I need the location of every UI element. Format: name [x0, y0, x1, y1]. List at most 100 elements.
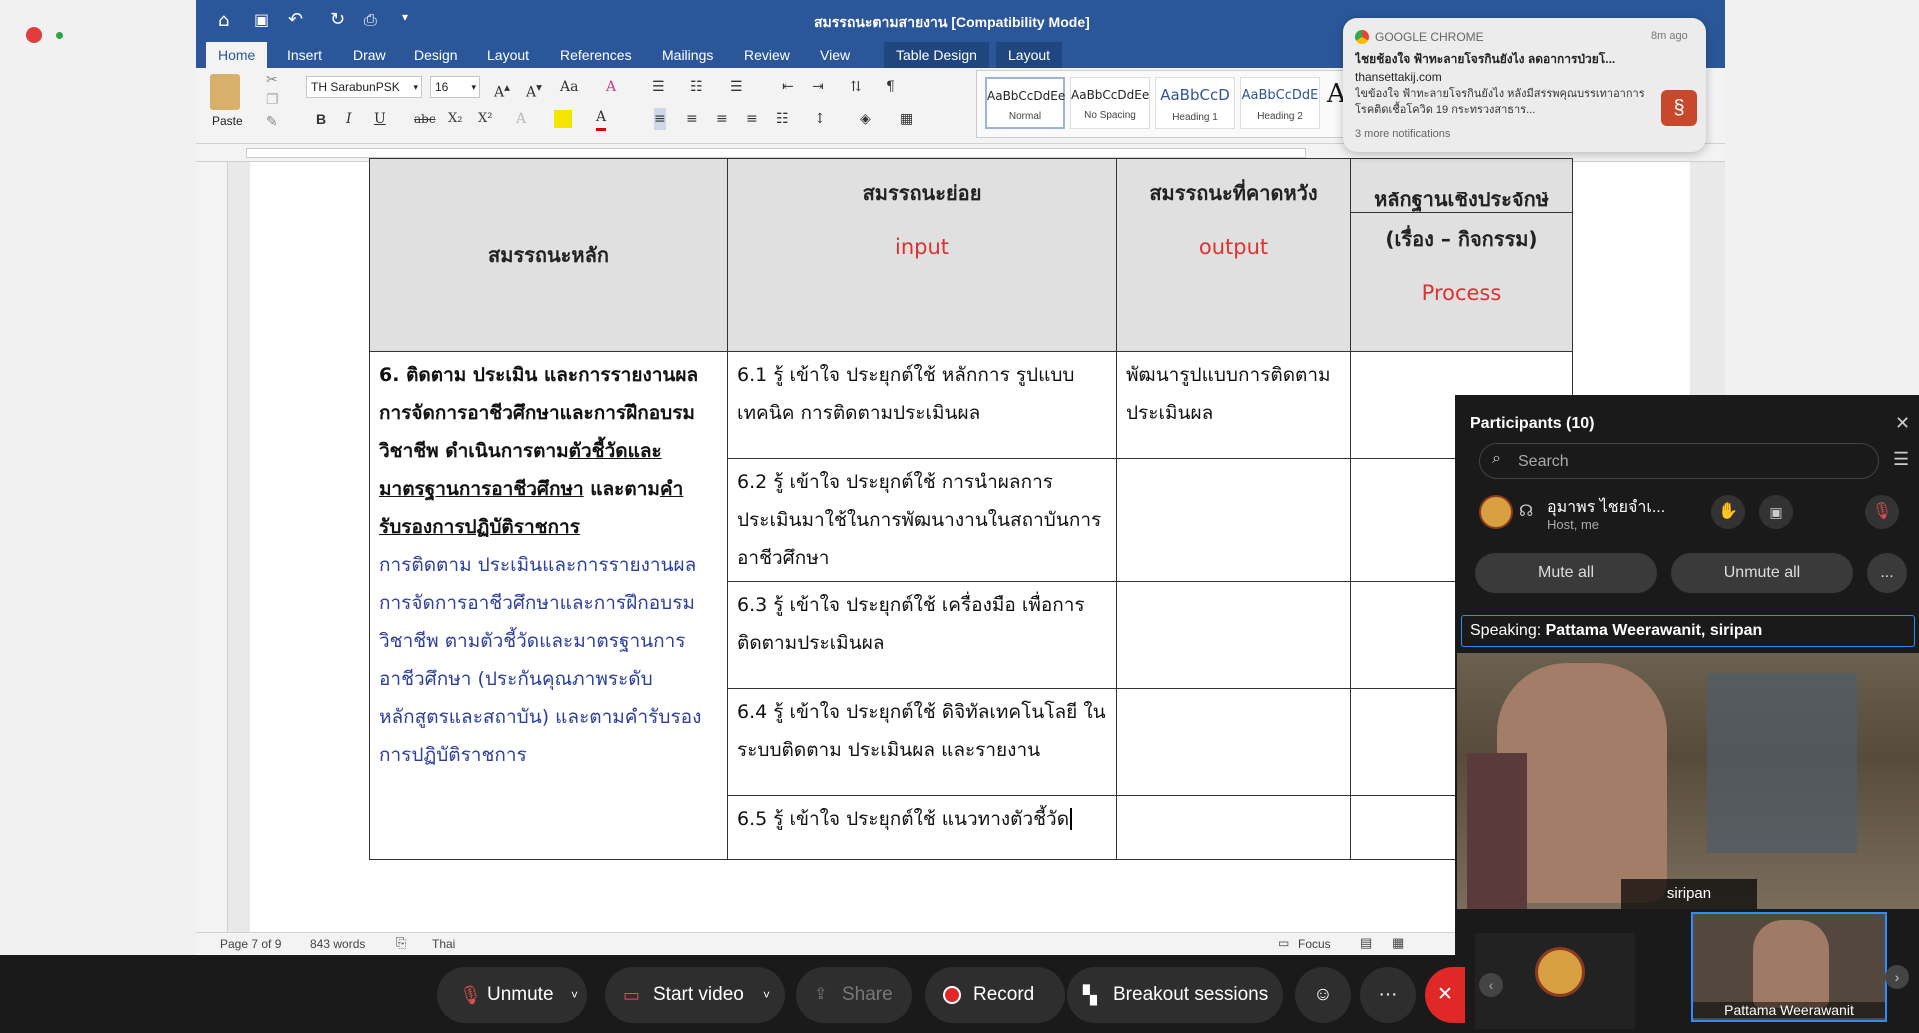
justify-icon[interactable]: ≡	[746, 108, 758, 130]
cut-icon[interactable]: ✂	[266, 72, 278, 88]
print-layout-icon[interactable]: ▤	[1360, 935, 1372, 951]
unmute-button[interactable]: 🎙 Unmute ˅	[437, 967, 587, 1023]
decrease-indent-icon[interactable]: ⇤	[782, 76, 794, 98]
word-count[interactable]: 843 words	[310, 937, 365, 951]
align-left-icon[interactable]: ≡	[654, 108, 666, 130]
style-no-spacing[interactable]: AaBbCcDdEe No Spacing	[1070, 77, 1150, 129]
end-meeting-button[interactable]: ✕	[1425, 967, 1465, 1023]
output-6-3[interactable]	[1116, 581, 1351, 689]
underline-icon[interactable]: U	[374, 108, 386, 130]
tab-mailings[interactable]: Mailings	[662, 42, 713, 68]
main-video-feed[interactable]: siripan	[1457, 653, 1919, 909]
tab-review[interactable]: Review	[744, 42, 790, 68]
superscript-icon[interactable]: X²	[478, 108, 492, 130]
share-button[interactable]: ⇪ Share	[796, 967, 912, 1023]
style-heading-1[interactable]: AaBbCcD Heading 1	[1155, 77, 1235, 129]
vertical-ruler[interactable]	[196, 162, 228, 932]
language[interactable]: Thai	[432, 937, 455, 951]
style-heading-2[interactable]: AaBbCcDdE Heading 2	[1240, 77, 1320, 129]
next-page-icon[interactable]: ›	[1885, 965, 1909, 989]
font-color-icon[interactable]: A	[596, 106, 607, 131]
proofing-icon[interactable]: ⎘	[396, 935, 406, 951]
chrome-notification[interactable]: GOOGLE CHROME 8m ago ไชยช้องใจ ฟ้าทะลายโ…	[1343, 18, 1706, 152]
shading-icon[interactable]: ◈	[860, 108, 871, 130]
sub-competency-6-3[interactable]: 6.3 รู้ เข้าใจ ประยุกต์ใช้ เครื่องมือ เพ…	[727, 581, 1117, 689]
participant-search-input[interactable]: ⌕ Search	[1479, 443, 1879, 479]
start-video-button[interactable]: ▭ Start video ˅	[605, 967, 785, 1023]
grow-font-icon[interactable]: A▴	[494, 76, 510, 104]
text-effects-icon[interactable]: A	[516, 108, 526, 130]
header-evidence[interactable]: (เรื่อง – กิจกรรม) Process	[1350, 212, 1573, 352]
align-right-icon[interactable]: ≡	[716, 108, 728, 130]
more-options-button[interactable]: ...	[1867, 553, 1907, 593]
header-expected-competency[interactable]: สมรรถนะที่คาดหวัง output	[1116, 158, 1351, 352]
bullets-icon[interactable]: ☰	[652, 76, 665, 98]
thumbnail-video[interactable]: Pattama Weerawanit	[1691, 912, 1887, 1022]
reactions-button[interactable]: ☺	[1295, 967, 1351, 1023]
shrink-font-icon[interactable]: A▾	[526, 76, 542, 104]
increase-indent-icon[interactable]: ⇥	[812, 76, 824, 98]
change-case-icon[interactable]: Aa	[560, 76, 578, 98]
more-button[interactable]: ···	[1360, 967, 1416, 1023]
thumbnail-host[interactable]: ‹	[1475, 933, 1635, 1029]
more-notifications[interactable]: 3 more notifications	[1355, 128, 1450, 140]
tab-home[interactable]: Home	[206, 42, 268, 68]
header-main-competency[interactable]: สมรรถนะหลัก	[369, 158, 728, 352]
style-normal[interactable]: AaBbCcDdEe Normal	[985, 77, 1065, 129]
participant-host-row[interactable]: ☊ อุมาพร ไชยจำเ... Host, me ✋ ▣ 🎙	[1455, 487, 1919, 533]
breakout-sessions-button[interactable]: ▚ Breakout sessions	[1067, 967, 1283, 1023]
paste-icon[interactable]	[210, 74, 240, 110]
mute-all-button[interactable]: Mute all	[1475, 553, 1657, 593]
header-sub-competency[interactable]: สมรรถนะย่อย input	[727, 158, 1117, 352]
redo-icon[interactable]: ↻	[330, 9, 345, 30]
tab-insert[interactable]: Insert	[287, 42, 322, 68]
align-center-icon[interactable]: ≡	[686, 108, 698, 130]
strikethrough-icon[interactable]: abc	[414, 108, 436, 130]
bold-icon[interactable]: B	[316, 108, 326, 130]
chevron-up-icon-video[interactable]: ˅	[763, 967, 770, 1023]
sort-list-icon[interactable]: ☰	[1893, 449, 1909, 470]
sort-icon[interactable]: ⇅	[850, 76, 862, 98]
tab-view[interactable]: View	[820, 42, 850, 68]
multilevel-list-icon[interactable]: ☰	[730, 76, 743, 98]
tab-layout[interactable]: Layout	[487, 42, 529, 68]
header-evidence-top[interactable]: หลักฐานเชิงประจักษ์	[1350, 158, 1573, 213]
font-name-select[interactable]: TH SarabunPSK ▾	[306, 76, 422, 98]
raise-hand-icon[interactable]: ✋	[1711, 495, 1745, 529]
numbering-icon[interactable]: ☷	[690, 76, 703, 98]
customize-icon[interactable]: ▾	[402, 10, 408, 24]
clear-formatting-icon[interactable]: A	[606, 76, 616, 98]
main-competency-cell[interactable]: 6. ติดตาม ประเมิน และการรายงานผลการจัดกา…	[369, 351, 728, 860]
close-icon[interactable]	[26, 27, 42, 43]
focus-mode[interactable]: Focus	[1298, 937, 1331, 951]
output-6-5[interactable]	[1116, 795, 1351, 860]
sub-competency-6-2[interactable]: 6.2 รู้ เข้าใจ ประยุกต์ใช้ การนำผลการประ…	[727, 458, 1117, 582]
italic-icon[interactable]: I	[346, 108, 352, 130]
format-painter-icon[interactable]: ✎	[266, 114, 278, 130]
output-6-1[interactable]: พัฒนารูปแบบการติดตามประเมินผล	[1116, 351, 1351, 459]
save-icon[interactable]: ▣	[254, 10, 269, 29]
borders-icon[interactable]: ▦	[900, 108, 913, 130]
unmute-all-button[interactable]: Unmute all	[1671, 553, 1853, 593]
close-panel-icon[interactable]: ✕	[1895, 413, 1910, 434]
output-6-2[interactable]	[1116, 458, 1351, 582]
mic-muted-icon[interactable]: 🎙	[1865, 495, 1899, 529]
tab-table-layout[interactable]: Layout	[996, 42, 1063, 68]
distributed-icon[interactable]: ☷	[776, 108, 789, 130]
sub-competency-6-5[interactable]: 6.5 รู้ เข้าใจ ประยุกต์ใช้ แนวทางตัวชี้ว…	[727, 795, 1117, 860]
copy-icon[interactable]: ❐	[266, 92, 279, 108]
chevron-up-icon[interactable]: ˅	[571, 967, 578, 1023]
page-count[interactable]: Page 7 of 9	[220, 937, 281, 951]
print-icon[interactable]: ⎙	[364, 10, 377, 30]
home-icon[interactable]: ⌂	[218, 10, 229, 31]
camera-icon[interactable]: ▣	[1759, 495, 1793, 529]
highlight-icon[interactable]	[554, 110, 572, 128]
subscript-icon[interactable]: X₂	[448, 108, 462, 130]
web-layout-icon[interactable]: ▦	[1392, 935, 1404, 951]
focus-icon[interactable]: ▭	[1278, 936, 1289, 950]
tab-references[interactable]: References	[560, 42, 632, 68]
sub-competency-6-1[interactable]: 6.1 รู้ เข้าใจ ประยุกต์ใช้ หลักการ รูปแบ…	[727, 351, 1117, 459]
prev-page-icon[interactable]: ‹	[1479, 973, 1503, 997]
undo-icon[interactable]: ↶	[288, 9, 303, 30]
line-spacing-icon[interactable]: ↕	[814, 108, 826, 130]
